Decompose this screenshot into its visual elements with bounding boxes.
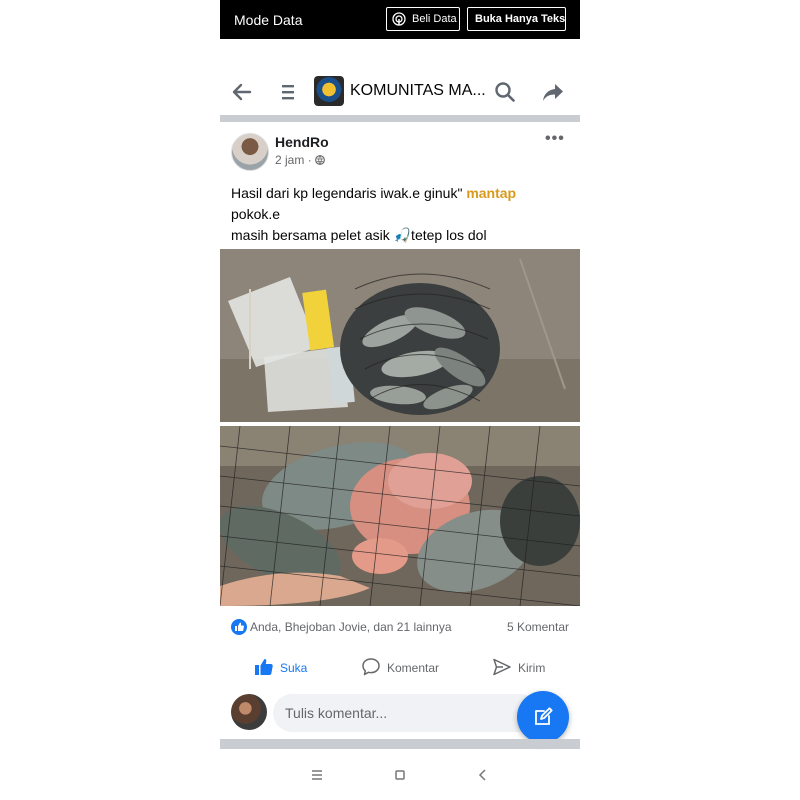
share-icon[interactable] — [541, 80, 565, 104]
author-name[interactable]: HendRo — [275, 134, 329, 150]
post-photo-1[interactable] — [220, 249, 580, 422]
buy-data-label: Beli Data — [412, 13, 457, 25]
comment-bubble-icon — [362, 658, 380, 676]
public-globe-icon — [315, 155, 325, 165]
post-text: Hasil dari kp legendaris iwak.e ginuk" m… — [231, 183, 571, 246]
post-meta: 2 jam · — [275, 153, 325, 167]
thumbs-up-icon — [255, 659, 273, 675]
data-mode-bar: Mode Data Beli Data Buka Hanya Teks — [220, 0, 580, 39]
edit-pencil-icon — [535, 707, 553, 725]
send-label: Kirim — [518, 661, 546, 675]
author-avatar[interactable] — [231, 133, 269, 171]
text-only-button[interactable]: Buka Hanya Teks — [467, 7, 566, 31]
home-icon[interactable] — [391, 766, 409, 784]
more-options-icon[interactable]: ••• — [545, 130, 565, 148]
bottom-separator — [220, 739, 580, 749]
post-photo-2[interactable] — [220, 426, 580, 606]
separator — [220, 115, 580, 122]
post-text-line3: masih bersama pelet asik 🎣tetep los dol — [231, 227, 487, 243]
like-reaction-icon — [231, 619, 247, 635]
meta-dot: · — [307, 153, 316, 167]
data-signal-icon — [392, 12, 406, 26]
reactions-summary[interactable]: Anda, Bhejoban Jovie, dan 21 lainnya — [250, 620, 452, 634]
like-label: Suka — [280, 661, 308, 675]
my-avatar[interactable] — [231, 694, 267, 730]
system-nav-bar — [220, 750, 580, 800]
group-name[interactable]: KOMUNITAS MA... — [350, 82, 486, 100]
photo-1-image — [220, 249, 580, 422]
back-nav-icon[interactable] — [474, 766, 492, 784]
menu-icon[interactable] — [276, 80, 300, 104]
buy-data-button[interactable]: Beli Data — [386, 7, 460, 31]
compose-fab-button[interactable] — [517, 691, 569, 743]
group-avatar[interactable] — [314, 76, 344, 106]
group-header: KOMUNITAS MA... — [220, 71, 580, 113]
comment-input[interactable] — [273, 694, 539, 732]
comments-count[interactable]: 5 Komentar — [507, 620, 569, 634]
photo-2-image — [220, 426, 580, 606]
phone-screen: Mode Data Beli Data Buka Hanya Teks KOMU… — [220, 0, 580, 800]
post-time[interactable]: 2 jam — [275, 153, 304, 167]
text-only-label: Buka Hanya Teks — [475, 13, 566, 25]
post-text-line2: pokok.e — [231, 206, 281, 222]
data-mode-label: Mode Data — [234, 12, 303, 28]
post-text-line1: Hasil dari kp legendaris iwak.e ginuk" — [231, 185, 467, 201]
comment-label: Komentar — [387, 661, 440, 675]
send-arrow-icon — [493, 658, 511, 676]
back-arrow-icon[interactable] — [230, 80, 254, 104]
recent-apps-icon[interactable] — [308, 766, 326, 784]
post-text-highlight: mantap — [466, 185, 517, 201]
search-icon[interactable] — [493, 80, 517, 104]
